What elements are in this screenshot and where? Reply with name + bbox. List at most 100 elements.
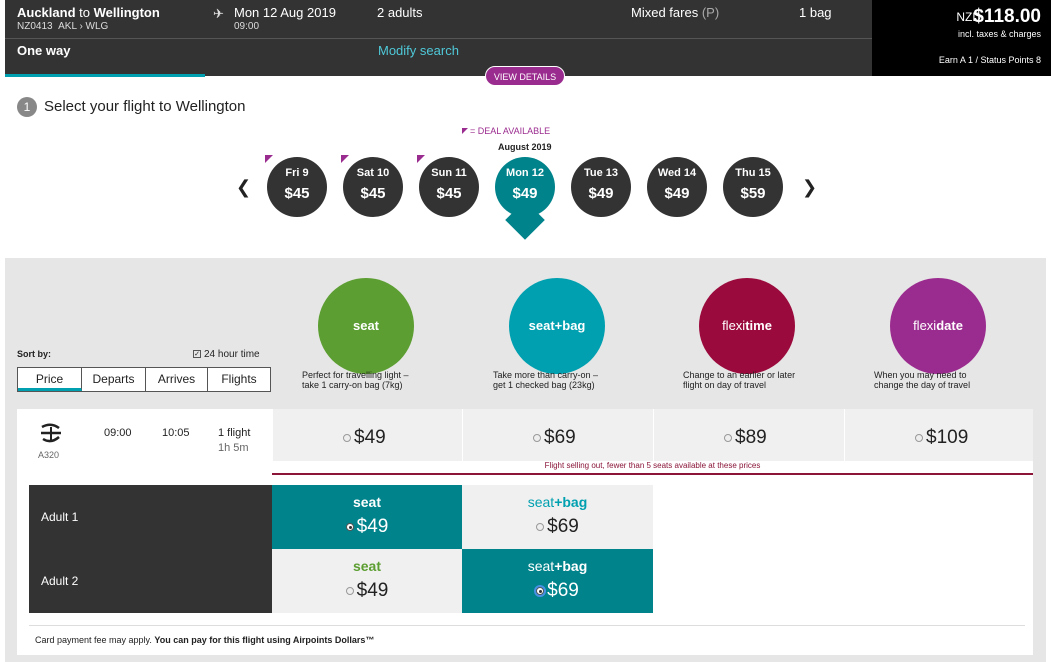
fare-family-description: Change to an earlier or later flight on d…: [683, 370, 833, 390]
step-title: Select your flight to Wellington: [44, 98, 246, 115]
fare-price-flexidate[interactable]: $109: [844, 409, 1033, 461]
flight-duration: 1h 5m: [218, 442, 249, 454]
chevron-right-icon[interactable]: ❯: [802, 177, 817, 198]
date-price: $45: [436, 185, 462, 202]
fare-name: seat: [272, 494, 462, 510]
fare-family-0: seat: [318, 278, 414, 374]
sellout-warning: Flight selling out, fewer than 5 seats a…: [272, 460, 1033, 475]
fare-family-description: Perfect for travelling light – take 1 car…: [302, 370, 452, 390]
radio-icon[interactable]: [343, 433, 351, 442]
description-line: flight on day of travel: [683, 380, 767, 390]
airpoints-note: You can pay for this flight using Airpoi…: [154, 635, 375, 645]
fare-family-name-suffix: date: [936, 318, 963, 333]
sort-tab-flights[interactable]: Flights: [208, 368, 270, 391]
total-price-box: NZD $118.00 incl. taxes & charges Earn A…: [872, 0, 1051, 76]
adult-2-seat-option[interactable]: seat $49: [272, 549, 462, 613]
passenger-count: 2 adults: [377, 5, 423, 20]
sort-tabs: Price Departs Arrives Flights: [17, 367, 271, 392]
description-line: Change to an earlier or later: [683, 370, 796, 380]
date-price: $59: [740, 185, 766, 202]
divider: [5, 38, 872, 39]
passenger-name: Adult 1: [41, 510, 79, 524]
passenger-label-adult-2: Adult 2: [29, 549, 272, 613]
deal-legend: = DEAL AVAILABLE: [462, 126, 550, 136]
price-value: $49: [356, 580, 389, 601]
date-option-3[interactable]: Mon 12 $49: [495, 157, 555, 217]
adult-2-seatbag-option[interactable]: seat+bag $69: [462, 549, 653, 613]
radio-icon[interactable]: [533, 433, 541, 442]
fare-family-2: flexitime: [699, 278, 795, 374]
date-label: Wed 14: [657, 167, 697, 179]
date-option-2[interactable]: Sun 11 $45: [417, 155, 479, 217]
price-value: $89: [735, 427, 767, 448]
destination-city: Wellington: [93, 5, 160, 20]
adult-1-seat-option[interactable]: seat $49: [272, 485, 462, 549]
view-details-button[interactable]: VIEW DETAILS: [485, 66, 565, 86]
route-codes: AKL › WLG: [58, 21, 109, 32]
flight-number: NZ0413: [17, 21, 53, 32]
sort-tab-arrives[interactable]: Arrives: [146, 368, 208, 391]
active-accent-bar: [5, 74, 205, 77]
to-word: to: [75, 5, 94, 20]
taxes-note: incl. taxes & charges: [957, 29, 1041, 39]
fare-price-seatbag[interactable]: $69: [462, 409, 653, 461]
travel-time: 09:00: [234, 21, 260, 32]
hour24-label: 24 hour time: [204, 349, 260, 360]
fare-name-part: seat: [527, 558, 555, 574]
fare-family-name: flexi: [913, 318, 937, 333]
earn-points: Earn A 1 / Status Points 8: [938, 55, 1041, 65]
deal-flag-icon: [341, 155, 349, 163]
passenger-label-adult-1: Adult 1: [29, 485, 272, 549]
adult-1-seatbag-option[interactable]: seat+bag $69: [462, 485, 653, 549]
date-option-0[interactable]: Fri 9 $45: [265, 155, 327, 217]
price-value: $49: [356, 516, 389, 537]
fare-family-name: flexi: [722, 318, 746, 333]
fare-name-part: seat: [527, 494, 555, 510]
calendar-month: August 2019: [498, 142, 552, 152]
hour24-toggle[interactable]: ✓ 24 hour time: [193, 349, 260, 360]
fare-name: seat: [272, 558, 462, 574]
date-label: Sat 10: [356, 167, 390, 179]
radio-icon[interactable]: [345, 586, 354, 595]
fare-family-3: flexidate: [890, 278, 986, 374]
fare-name-text: seat: [352, 494, 382, 510]
fare-name-text: seat: [352, 558, 382, 574]
sort-tab-departs[interactable]: Departs: [82, 368, 146, 391]
route-title: Auckland to Wellington: [17, 5, 160, 20]
deal-flag-icon: [462, 128, 468, 134]
chevron-left-icon[interactable]: ❮: [236, 177, 251, 198]
radio-selected-icon[interactable]: [345, 522, 354, 531]
radio-icon[interactable]: [724, 433, 732, 442]
origin-city: Auckland: [17, 5, 76, 20]
checkbox-checked-icon[interactable]: ✓: [193, 350, 201, 359]
fare-name-part: +bag: [554, 558, 588, 574]
fare-family-name-suffix: time: [745, 318, 772, 333]
radio-icon[interactable]: [915, 433, 923, 442]
date-price: $45: [360, 185, 386, 202]
description-line: take 1 carry-on bag (7kg): [302, 380, 403, 390]
sort-tab-price[interactable]: Price: [18, 368, 82, 391]
date-option-6[interactable]: Thu 15 $59: [723, 157, 783, 217]
fare-selection-area: seat Perfect for travelling light – take 1…: [5, 258, 1046, 662]
fare-family-description: Take more than carry-on – get 1 checked b…: [493, 370, 643, 390]
fare-price-flexitime[interactable]: $89: [653, 409, 844, 461]
fare-price-seat[interactable]: $49: [272, 409, 462, 461]
date-option-1[interactable]: Sat 10 $45: [341, 155, 403, 217]
flight-card: A320 09:00 10:05 1 flight 1h 5m $49 $69 …: [17, 409, 1033, 655]
radio-icon[interactable]: [536, 522, 545, 531]
price-value: $109: [926, 427, 969, 448]
date-price: $49: [512, 185, 538, 202]
modify-search-link[interactable]: Modify search: [378, 43, 459, 58]
date-option-5[interactable]: Wed 14 $49: [647, 157, 707, 217]
date-option-4[interactable]: Tue 13 $49: [571, 157, 631, 217]
description-line: When you may need to: [874, 370, 967, 380]
search-summary-bar: Auckland to Wellington NZ0413 AKL › WLG …: [5, 0, 872, 77]
fare-name: seat+bag: [462, 558, 653, 574]
number-of-flights: 1 flight: [218, 427, 251, 439]
radio-selected-icon[interactable]: [534, 584, 547, 597]
travel-date: Mon 12 Aug 2019: [234, 5, 336, 20]
aircraft-type: A320: [38, 450, 60, 460]
total-price: $118.00: [973, 6, 1041, 27]
date-label: Sun 11: [431, 167, 467, 179]
date-label: Mon 12: [506, 167, 544, 179]
